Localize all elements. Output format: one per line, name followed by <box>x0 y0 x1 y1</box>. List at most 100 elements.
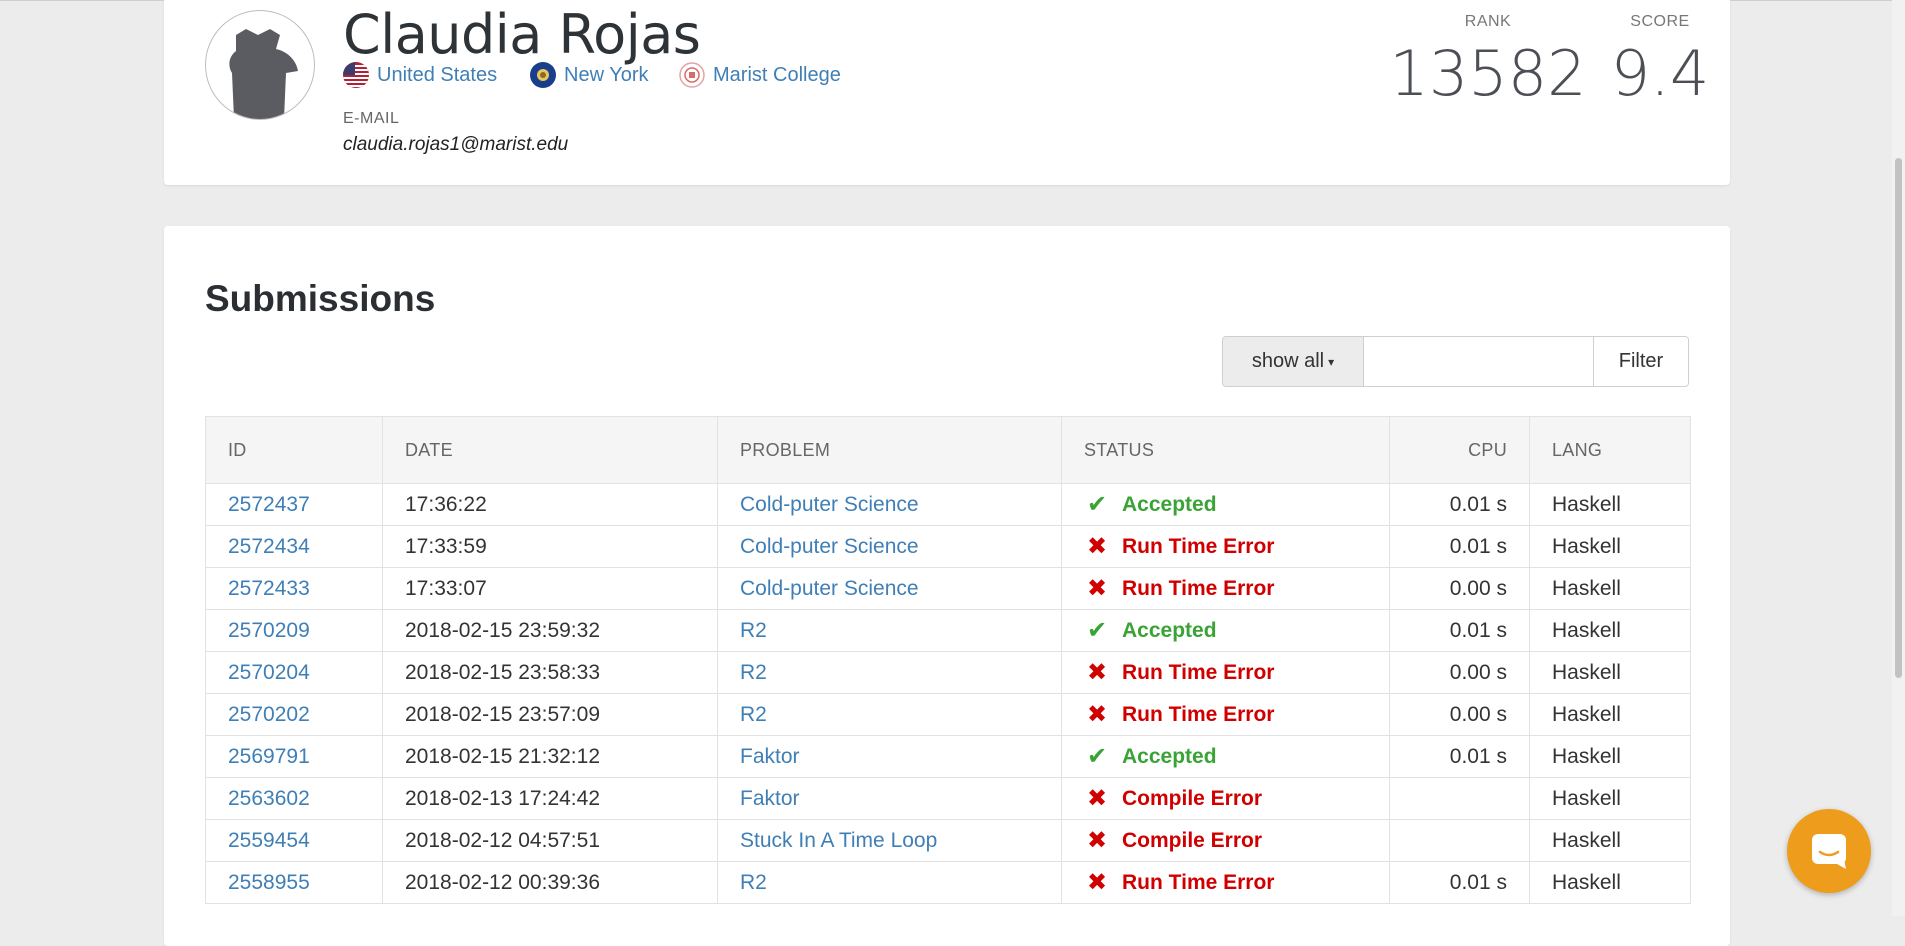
cell-problem: Cold-puter Science <box>717 483 1062 526</box>
column-header-cpu: CPU <box>1389 416 1530 484</box>
cross-icon: ✖ <box>1086 575 1108 602</box>
cell-date: 17:33:59 <box>382 525 718 568</box>
filter-group: show all ▾ Filter <box>1222 336 1689 387</box>
column-header-id: ID <box>205 416 383 484</box>
cross-icon: ✖ <box>1086 785 1108 812</box>
cell-lang: Haskell <box>1529 651 1691 694</box>
cell-status: ✔ Accepted <box>1061 735 1390 778</box>
cell-status: ✖ Run Time Error <box>1061 567 1390 610</box>
cell-problem: R2 <box>717 609 1062 652</box>
problem-link[interactable]: R2 <box>740 619 767 642</box>
cross-icon: ✖ <box>1086 659 1108 686</box>
scrollbar-thumb[interactable] <box>1895 158 1902 678</box>
problem-link[interactable]: R2 <box>740 661 767 684</box>
submission-id-link[interactable]: 2563602 <box>228 787 310 810</box>
rank-label: RANK <box>1464 13 1512 30</box>
submission-id-link[interactable]: 2572437 <box>228 493 310 516</box>
status-text: Run Time Error <box>1122 534 1275 558</box>
filter-input[interactable] <box>1364 337 1594 386</box>
submission-id-link[interactable]: 2570209 <box>228 619 310 642</box>
submission-id-link[interactable]: 2558955 <box>228 871 310 894</box>
status-text: Compile Error <box>1122 786 1263 810</box>
cell-problem: Cold-puter Science <box>717 525 1062 568</box>
table-row: 2572437 17:36:22 Cold-puter Science ✔ Accept… <box>205 483 1691 526</box>
status-badge: ✖ Run Time Error <box>1084 658 1275 687</box>
cell-date: 2018-02-12 00:39:36 <box>382 861 718 904</box>
cell-problem: Faktor <box>717 735 1062 778</box>
submissions-table: ID DATE PROBLEM STATUS CPU LANG 2572437 1… <box>205 416 1691 904</box>
filter-button[interactable]: Filter <box>1594 337 1688 386</box>
cell-id: 2563602 <box>205 777 383 820</box>
cell-status: ✔ Accepted <box>1061 609 1390 652</box>
table-row: 2572434 17:33:59 Cold-puter Science ✖ Run Ti… <box>205 525 1691 568</box>
problem-link[interactable]: R2 <box>740 703 767 726</box>
cell-id: 2572437 <box>205 483 383 526</box>
school-seal-icon <box>679 62 705 88</box>
status-filter-dropdown[interactable]: show all ▾ <box>1223 337 1364 386</box>
state-flag-icon <box>530 62 556 88</box>
problem-link[interactable]: Cold-puter Science <box>740 577 919 600</box>
school-link[interactable]: Marist College <box>679 62 841 88</box>
country-link[interactable]: United States <box>343 62 497 88</box>
caret-down-icon: ▾ <box>1328 354 1335 369</box>
page-scrollbar[interactable] <box>1892 0 1905 916</box>
submission-id-link[interactable]: 2570202 <box>228 703 310 726</box>
cell-date: 2018-02-12 04:57:51 <box>382 819 718 862</box>
cell-cpu: 0.01 s <box>1389 609 1530 652</box>
table-row: 2570204 2018-02-15 23:58:33 R2 ✖ Run Time Er… <box>205 651 1691 694</box>
table-header-row: ID DATE PROBLEM STATUS CPU LANG <box>205 416 1691 484</box>
column-header-status: STATUS <box>1061 416 1390 484</box>
status-text: Accepted <box>1122 492 1217 516</box>
check-icon: ✔ <box>1086 617 1108 644</box>
state-link[interactable]: New York <box>530 62 649 88</box>
problem-link[interactable]: Stuck In A Time Loop <box>740 829 937 852</box>
submissions-card: Submissions show all ▾ Filter ID DATE PR… <box>164 226 1730 946</box>
cell-id: 2559454 <box>205 819 383 862</box>
submissions-title: Submissions <box>205 278 436 319</box>
cell-lang: Haskell <box>1529 483 1691 526</box>
problem-link[interactable]: Cold-puter Science <box>740 535 919 558</box>
status-badge: ✖ Run Time Error <box>1084 700 1275 729</box>
status-text: Run Time Error <box>1122 576 1275 600</box>
table-row: 2558955 2018-02-12 00:39:36 R2 ✖ Run Time Er… <box>205 861 1691 904</box>
status-filter-label: show all <box>1251 350 1325 372</box>
cell-problem: Stuck In A Time Loop <box>717 819 1062 862</box>
submission-id-link[interactable]: 2572434 <box>228 535 310 558</box>
status-text: Compile Error <box>1122 828 1263 852</box>
submission-id-link[interactable]: 2570204 <box>228 661 310 684</box>
submission-id-link[interactable]: 2572433 <box>228 577 310 600</box>
cell-id: 2558955 <box>205 861 383 904</box>
status-text: Run Time Error <box>1122 870 1275 894</box>
status-text: Accepted <box>1122 744 1217 768</box>
chat-launcher-button[interactable] <box>1787 809 1871 893</box>
problem-link[interactable]: R2 <box>740 871 767 894</box>
status-badge: ✔ Accepted <box>1084 616 1217 645</box>
status-text: Run Time Error <box>1122 660 1275 684</box>
cell-lang: Haskell <box>1529 735 1691 778</box>
cell-status: ✖ Run Time Error <box>1061 861 1390 904</box>
cell-status: ✖ Run Time Error <box>1061 693 1390 736</box>
column-header-lang: LANG <box>1529 416 1691 484</box>
cell-problem: R2 <box>717 861 1062 904</box>
cell-status: ✖ Compile Error <box>1061 819 1390 862</box>
cell-cpu <box>1389 777 1530 820</box>
user-name: Claudia Rojas <box>343 3 701 66</box>
table-row: 2570209 2018-02-15 23:59:32 R2 ✔ Accepted 0.0… <box>205 609 1691 652</box>
cell-lang: Haskell <box>1529 777 1691 820</box>
problem-link[interactable]: Cold-puter Science <box>740 493 919 516</box>
cell-id: 2570202 <box>205 693 383 736</box>
cell-problem: R2 <box>717 693 1062 736</box>
cell-date: 2018-02-15 23:58:33 <box>382 651 718 694</box>
submission-id-link[interactable]: 2559454 <box>228 829 310 852</box>
cell-lang: Haskell <box>1529 819 1691 862</box>
cell-id: 2570209 <box>205 609 383 652</box>
cell-date: 2018-02-15 21:32:12 <box>382 735 718 778</box>
cell-cpu: 0.00 s <box>1389 567 1530 610</box>
score-value: 9.4 <box>1610 37 1710 110</box>
submission-id-link[interactable]: 2569791 <box>228 745 310 768</box>
check-icon: ✔ <box>1086 743 1108 770</box>
cell-date: 17:33:07 <box>382 567 718 610</box>
problem-link[interactable]: Faktor <box>740 787 800 810</box>
problem-link[interactable]: Faktor <box>740 745 800 768</box>
cell-lang: Haskell <box>1529 861 1691 904</box>
